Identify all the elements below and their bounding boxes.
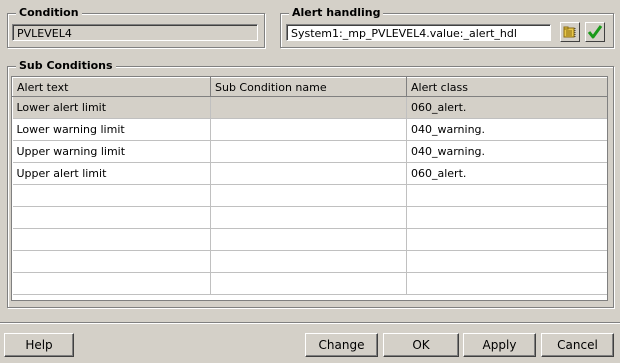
sub-conditions-title: Sub Conditions — [16, 59, 116, 73]
table-row[interactable]: Upper alert limit 060_alert. — [12, 162, 607, 185]
button-bar: Help Change OK Apply Cancel — [0, 322, 620, 363]
folder-browse-icon — [563, 25, 577, 39]
alert-handling-group: Alert handling System1:_mp_PVLEVEL4.valu… — [280, 6, 614, 48]
cell-sub-condition-name[interactable] — [210, 272, 407, 295]
cell-alert-text[interactable] — [12, 184, 211, 207]
apply-button[interactable]: Apply — [463, 333, 536, 357]
cell-sub-condition-name[interactable] — [210, 118, 407, 141]
column-header-alert-text[interactable]: Alert text — [12, 77, 211, 97]
alert-handling-title: Alert handling — [289, 6, 384, 20]
cell-alert-text[interactable]: Upper warning limit — [12, 140, 211, 163]
browse-button[interactable] — [560, 22, 580, 42]
cell-sub-condition-name[interactable] — [210, 96, 407, 119]
cell-alert-text[interactable]: Lower warning limit — [12, 118, 211, 141]
table-row[interactable] — [12, 206, 607, 229]
table-row[interactable] — [12, 228, 607, 251]
cell-sub-condition-name[interactable] — [210, 162, 407, 185]
condition-field: PVLEVEL4 — [12, 24, 258, 41]
cell-sub-condition-name[interactable] — [210, 228, 407, 251]
table-header-row: Alert text Sub Condition name Alert clas… — [12, 77, 607, 97]
cell-alert-text[interactable] — [12, 206, 211, 229]
cancel-button[interactable]: Cancel — [541, 333, 614, 357]
alert-handling-input[interactable]: System1:_mp_PVLEVEL4.value:_alert_hdl — [286, 24, 551, 41]
condition-group: Condition PVLEVEL4 — [7, 6, 265, 48]
cell-alert-text[interactable]: Lower alert limit — [12, 96, 211, 119]
ok-button[interactable]: OK — [383, 333, 459, 357]
cell-alert-text[interactable]: Upper alert limit — [12, 162, 211, 185]
cell-sub-condition-name[interactable] — [210, 206, 407, 229]
table-row[interactable] — [12, 272, 607, 295]
cell-alert-class[interactable] — [406, 228, 607, 251]
cell-alert-class[interactable]: 040_warning. — [406, 140, 607, 163]
cell-alert-class[interactable]: 060_alert. — [406, 96, 607, 119]
column-header-alert-class[interactable]: Alert class — [406, 77, 607, 97]
table-row[interactable] — [12, 184, 607, 207]
help-button[interactable]: Help — [4, 333, 74, 357]
cell-alert-class[interactable] — [406, 250, 607, 273]
table-row[interactable] — [12, 250, 607, 273]
cell-alert-class[interactable] — [406, 184, 607, 207]
table-row[interactable]: Upper warning limit 040_warning. — [12, 140, 607, 163]
column-header-sub-condition-name[interactable]: Sub Condition name — [210, 77, 407, 97]
cell-alert-class[interactable] — [406, 206, 607, 229]
cell-alert-class[interactable] — [406, 272, 607, 295]
cell-alert-text[interactable] — [12, 272, 211, 295]
table-row[interactable]: Lower warning limit 040_warning. — [12, 118, 607, 141]
cell-alert-text[interactable] — [12, 250, 211, 273]
change-button[interactable]: Change — [305, 333, 378, 357]
cell-alert-text[interactable] — [12, 228, 211, 251]
cell-sub-condition-name[interactable] — [210, 250, 407, 273]
cell-sub-condition-name[interactable] — [210, 184, 407, 207]
condition-title: Condition — [16, 6, 82, 20]
sub-conditions-table[interactable]: Alert text Sub Condition name Alert clas… — [11, 76, 608, 301]
confirm-button[interactable] — [585, 22, 605, 42]
cell-alert-class[interactable]: 040_warning. — [406, 118, 607, 141]
table-row[interactable]: Lower alert limit 060_alert. — [12, 96, 607, 119]
checkmark-icon — [587, 24, 603, 40]
cell-alert-class[interactable]: 060_alert. — [406, 162, 607, 185]
cell-sub-condition-name[interactable] — [210, 140, 407, 163]
